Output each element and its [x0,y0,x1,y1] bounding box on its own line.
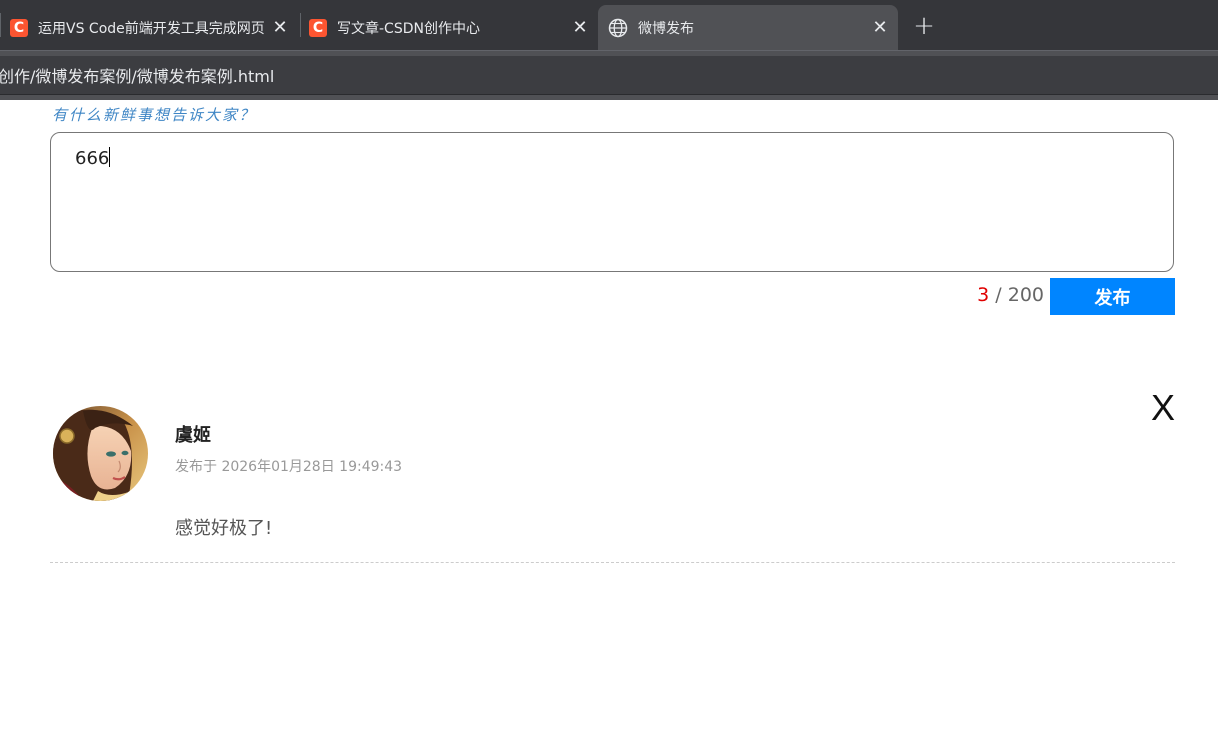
csdn-icon: C [10,18,28,37]
csdn-icon: C [309,18,327,37]
post-username: 虞姬 [175,425,211,446]
tab-title: 运用VS Code前端开发工具完成网页 [38,20,265,37]
close-tab-icon[interactable]: ✕ [870,17,890,38]
publish-button[interactable]: 发布 [1050,278,1175,315]
delete-post-button[interactable]: X [1151,387,1175,429]
tab-csdn-writer[interactable]: C 写文章-CSDN创作中心 ✕ [302,5,598,50]
tab-separator [0,13,1,37]
composer-prompt: 有什么新鲜事想告诉大家？ [52,106,257,124]
textarea-value: 666 [75,148,110,169]
char-counter: 3 / 200 [977,284,1044,306]
address-bar-container: 创作/微博发布案例/微博发布案例.html [0,50,1218,100]
browser-tab-bar: C 运用VS Code前端开发工具完成网页 ✕ C 写文章-CSDN创作中心 ✕… [0,0,1218,50]
url-text: 创作/微博发布案例/微博发布案例.html [0,67,275,86]
post-timestamp: 发布于 2026年01月28日 19:49:43 [175,459,403,475]
close-tab-icon[interactable]: ✕ [270,17,290,38]
post-item: 虞姬 发布于 2026年01月28日 19:49:43 感觉好极了! X [50,387,1175,563]
page-content: 有什么新鲜事想告诉大家？ 666 3 / 200 发布 虞姬 发布于 2026年… [0,100,1218,731]
tab-title: 微博发布 [638,20,694,37]
address-bar[interactable]: 创作/微博发布案例/微博发布案例.html [0,56,1218,95]
char-count-max: 200 [1007,284,1044,306]
post-textarea[interactable]: 666 [50,132,1174,272]
char-count-separator: / [989,284,1008,306]
tab-title: 写文章-CSDN创作中心 [337,20,480,37]
new-tab-button[interactable]: + [908,10,940,42]
post-content: 感觉好极了! [175,518,273,539]
tab-weibo-publish[interactable]: 微博发布 ✕ [598,5,898,50]
globe-icon [608,18,628,38]
char-count-current: 3 [977,284,990,306]
tab-vscode-article[interactable]: C 运用VS Code前端开发工具完成网页 ✕ [2,5,298,50]
avatar [53,406,148,501]
close-tab-icon[interactable]: ✕ [570,17,590,38]
tab-separator [300,13,301,37]
text-caret [109,147,111,167]
